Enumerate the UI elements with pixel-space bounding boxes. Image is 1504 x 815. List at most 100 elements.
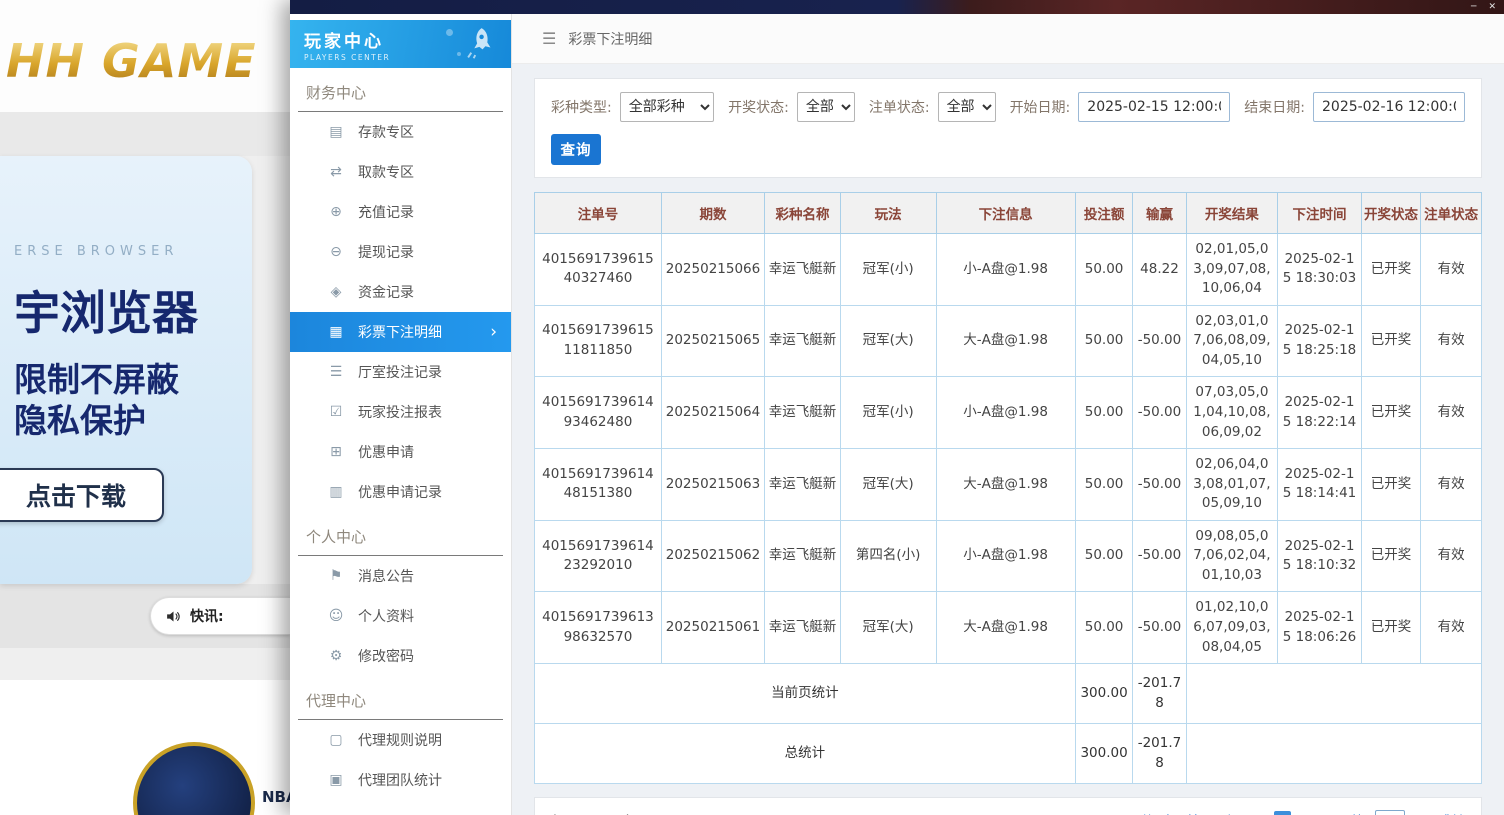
- sidebar-item-agent-team[interactable]: ▣ 代理团队统计: [290, 760, 511, 800]
- end-date-input[interactable]: [1313, 92, 1465, 122]
- cell-bet-info: 大-A盘@1.98: [936, 449, 1075, 521]
- promo-line-2: 限制不屏蔽: [14, 359, 252, 400]
- cell-bet-time: 2025-02-15 18:10:32: [1278, 520, 1361, 592]
- cell-lottery-name: 幸运飞艇新: [765, 305, 841, 377]
- cell-lottery-name: 幸运飞艇新: [765, 520, 841, 592]
- cell-order-id: 401569173961493462480: [535, 377, 662, 449]
- end-date-label: 结束日期:: [1244, 97, 1305, 117]
- cell-draw-status: 已开奖: [1361, 305, 1421, 377]
- query-button[interactable]: 查询: [551, 134, 601, 165]
- cell-order-status: 有效: [1421, 592, 1482, 664]
- background-page: HH GAME ERSE BROWSER 宇浏览器 限制不屏蔽 隐私保护 点击下…: [0, 0, 290, 815]
- cell-bet-amount: 50.00: [1075, 305, 1133, 377]
- cell-bet-info: 大-A盘@1.98: [936, 305, 1075, 377]
- cell-bet-info: 小-A盘@1.98: [936, 520, 1075, 592]
- pagination-bar: 每页显示20条 共6条 首页 上一页 1 下一页 第 页 跳转: [534, 797, 1482, 815]
- page-summary-label: 当前页统计: [535, 664, 1076, 724]
- sidebar-item-agent-rules[interactable]: ▢ 代理规则说明: [290, 720, 511, 760]
- download-button[interactable]: 点击下载: [0, 468, 164, 522]
- next-page-link[interactable]: 下一页: [1301, 810, 1342, 815]
- sidebar-item-label: 修改密码: [358, 646, 414, 666]
- cell-lottery-name: 幸运飞艇新: [765, 377, 841, 449]
- sidebar-item-label: 彩票下注明细: [358, 322, 442, 342]
- window-controls: ─ ✕: [1471, 0, 1496, 14]
- cell-draw-status: 已开奖: [1361, 234, 1421, 306]
- cell-bet-time: 2025-02-15 18:22:14: [1278, 377, 1361, 449]
- cell-bet-amount: 50.00: [1075, 449, 1133, 521]
- cell-winloss: -50.00: [1133, 305, 1186, 377]
- table-row: 401569173961398632570 20250215061 幸运飞艇新 …: [535, 592, 1482, 664]
- close-icon[interactable]: ✕: [1488, 0, 1496, 14]
- promo-tagline-en: ERSE BROWSER: [14, 244, 252, 259]
- column-header: 输赢: [1133, 193, 1186, 234]
- nba-team-logo: [133, 742, 255, 815]
- cell-draw-result: 01,02,10,06,07,09,03,08,04,05: [1186, 592, 1278, 664]
- table-row: 401569173961448151380 20250215063 幸运飞艇新 …: [535, 449, 1482, 521]
- cell-bet-amount: 50.00: [1075, 377, 1133, 449]
- cell-order-status: 有效: [1421, 377, 1482, 449]
- modal-titlebar: ─ ✕: [290, 0, 1504, 14]
- decor-dot: [446, 29, 453, 36]
- order-status-select[interactable]: 全部: [938, 92, 996, 122]
- goto-suffix-label: 页: [1415, 810, 1429, 815]
- column-header: 期数: [661, 193, 764, 234]
- lottery-type-select[interactable]: 全部彩种: [620, 92, 714, 122]
- sidebar-item-withdrawal-records[interactable]: ⊖ 提现记录: [290, 232, 511, 272]
- table-header-row: 注单号期数彩种名称玩法下注信息投注额输赢开奖结果下注时间开奖状态注单状态: [535, 193, 1482, 234]
- cell-play-type: 第四名(小): [840, 520, 936, 592]
- page-jump-input[interactable]: [1375, 810, 1405, 815]
- sidebar: 玩家中心 PLAYERS CENTER 财务中心 ▤ 存款专区 ⇄ 取款专区 ⊕…: [290, 14, 512, 815]
- sidebar-section-finance-title: 财务中心: [298, 68, 503, 112]
- cell-play-type: 冠军(大): [840, 449, 936, 521]
- sidebar-item-funds-records[interactable]: ◈ 资金记录: [290, 272, 511, 312]
- draw-status-select[interactable]: 全部: [797, 92, 855, 122]
- sidebar-item-withdraw[interactable]: ⇄ 取款专区: [290, 152, 511, 192]
- agent-rules-icon: ▢: [328, 732, 344, 748]
- prev-page-link[interactable]: 上一页: [1223, 810, 1264, 815]
- cell-lottery-name: 幸运飞艇新: [765, 234, 841, 306]
- ticker-label: 快讯:: [190, 606, 224, 626]
- cell-play-type: 冠军(大): [840, 305, 936, 377]
- rocket-icon: [461, 25, 499, 67]
- main-content: ☰ 彩票下注明细 彩种类型: 全部彩种 开奖状态: 全部 注单状: [512, 14, 1504, 815]
- sidebar-item-deposit[interactable]: ▤ 存款专区: [290, 112, 511, 152]
- current-page-badge[interactable]: 1: [1274, 811, 1291, 815]
- breadcrumb: ☰ 彩票下注明细: [512, 14, 1504, 64]
- sidebar-item-label: 提现记录: [358, 242, 414, 262]
- sidebar-item-change-password[interactable]: ⚙ 修改密码: [290, 636, 511, 676]
- minimize-icon[interactable]: ─: [1471, 0, 1476, 14]
- chevron-right-icon: ›: [490, 324, 497, 341]
- cell-bet-info: 大-A盘@1.98: [936, 592, 1075, 664]
- sidebar-item-promo-apply[interactable]: ⊞ 优惠申请: [290, 432, 511, 472]
- sidebar-item-hall-bets[interactable]: ☰ 厅室投注记录: [290, 352, 511, 392]
- sidebar-item-label: 代理团队统计: [358, 770, 442, 790]
- total-summary-bet: 300.00: [1075, 724, 1133, 784]
- lottery-type-label: 彩种类型:: [551, 97, 612, 117]
- cell-order-id: 401569173961448151380: [535, 449, 662, 521]
- password-icon: ⚙: [328, 648, 344, 664]
- sidebar-item-messages[interactable]: ⚑ 消息公告: [290, 556, 511, 596]
- cell-draw-status: 已开奖: [1361, 449, 1421, 521]
- cell-order-id: 401569173961540327460: [535, 234, 662, 306]
- promo-apply-icon: ⊞: [328, 444, 344, 460]
- content-area: 彩种类型: 全部彩种 开奖状态: 全部 注单状态: 全部 开始日期:: [512, 64, 1504, 815]
- menu-icon[interactable]: ☰: [542, 29, 556, 48]
- sidebar-item-promo-records[interactable]: ▥ 优惠申请记录: [290, 472, 511, 512]
- sidebar-item-player-report[interactable]: ☑ 玩家投注报表: [290, 392, 511, 432]
- start-date-input[interactable]: [1078, 92, 1230, 122]
- promo-records-icon: ▥: [328, 484, 344, 500]
- news-ticker[interactable]: 快讯:: [150, 597, 290, 635]
- sidebar-item-profile[interactable]: ☺ 个人资料: [290, 596, 511, 636]
- sidebar-item-lottery-bets[interactable]: ▦ 彩票下注明细 ›: [290, 312, 511, 352]
- sidebar-header: 玩家中心 PLAYERS CENTER: [290, 20, 511, 68]
- sidebar-item-label: 消息公告: [358, 566, 414, 586]
- column-header: 开奖状态: [1361, 193, 1421, 234]
- sidebar-item-recharge-records[interactable]: ⊕ 充值记录: [290, 192, 511, 232]
- sidebar-item-label: 玩家投注报表: [358, 402, 442, 422]
- first-page-link[interactable]: 首页: [1186, 810, 1213, 815]
- column-header: 注单号: [535, 193, 662, 234]
- jump-button[interactable]: 跳转: [1438, 810, 1465, 815]
- cell-period: 20250215062: [661, 520, 764, 592]
- sidebar-item-label: 厅室投注记录: [358, 362, 442, 382]
- table-row: 401569173961540327460 20250215066 幸运飞艇新 …: [535, 234, 1482, 306]
